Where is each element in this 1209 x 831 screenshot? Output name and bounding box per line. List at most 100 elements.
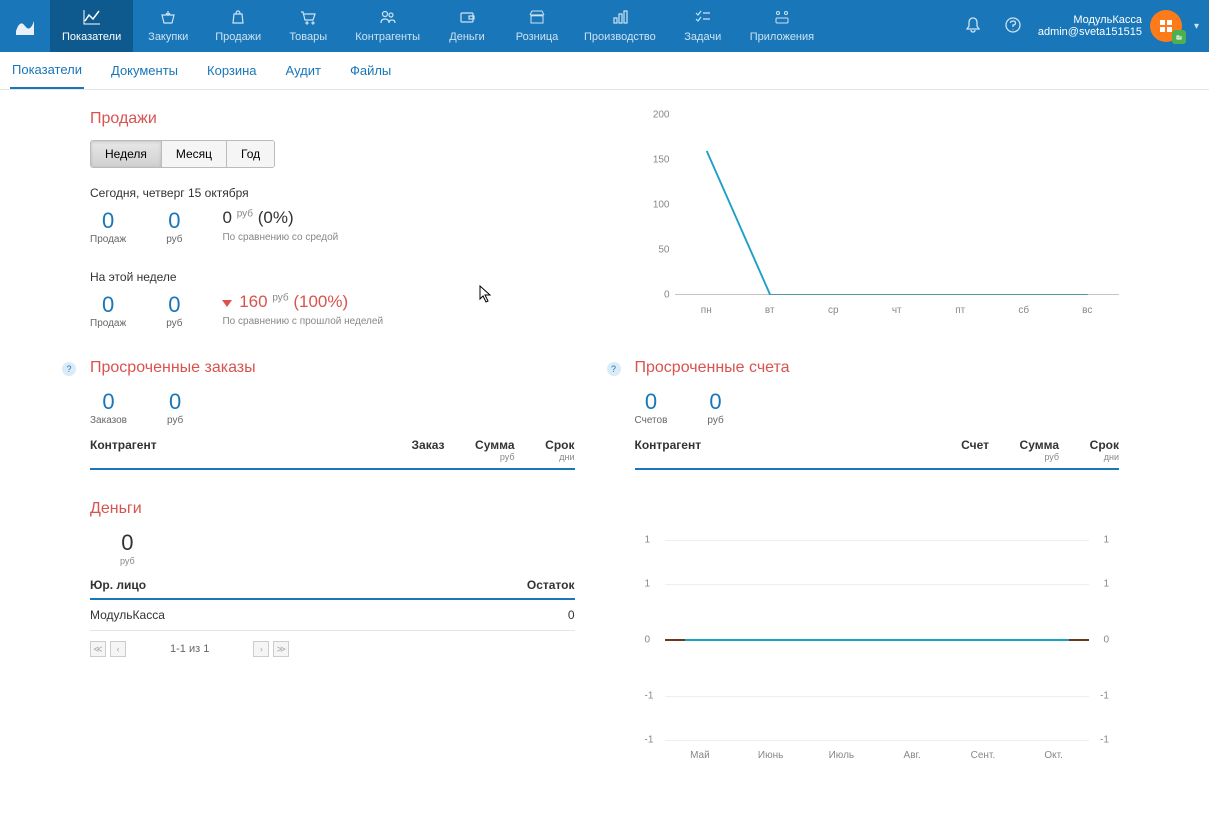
checklist-icon (694, 9, 712, 28)
today-compare-pct: (0%) (258, 208, 294, 227)
page-info: 1-1 из 1 (170, 643, 209, 655)
store-icon (528, 9, 546, 28)
nav-items: Показатели Закупки Продажи Товары Контра… (50, 0, 958, 52)
page-next-button[interactable]: › (253, 641, 269, 657)
help-icon[interactable]: ? (607, 362, 621, 376)
nav-label: Закупки (148, 31, 188, 43)
logo-icon[interactable] (10, 11, 40, 41)
th-balance: Остаток (505, 578, 575, 592)
overdue-invoices-rub: 0 (707, 389, 723, 415)
triangle-down-icon (222, 300, 232, 307)
chart-line-icon (83, 9, 101, 28)
subnav-trash[interactable]: Корзина (205, 53, 259, 88)
period-buttons: Неделя Месяц Год (90, 140, 275, 168)
overdue-orders-rub: 0 (167, 389, 183, 415)
week-stats: 0 Продаж 0 руб 160 руб (100%) (90, 292, 575, 329)
avatar-badge-icon (1172, 30, 1186, 44)
wallet-icon (458, 9, 476, 28)
nav-label: Контрагенты (355, 31, 420, 43)
today-sales-count: 0 (90, 208, 126, 234)
week-rub-caption: руб (166, 318, 182, 329)
sub-navigation: Показатели Документы Корзина Аудит Файлы (0, 52, 1209, 90)
bars-icon (611, 9, 629, 28)
nav-apps[interactable]: Приложения (738, 0, 826, 52)
week-label: На этой неделе (90, 270, 575, 284)
th-entity: Юр. лицо (90, 578, 505, 592)
overdue-orders-section: ? Просроченные заказы 0 Заказов 0 руб Ко… (90, 359, 575, 470)
nav-label: Производство (584, 31, 656, 43)
nav-retail[interactable]: Розница (502, 0, 572, 52)
chevron-down-icon: ▾ (1194, 21, 1199, 32)
top-navigation: Показатели Закупки Продажи Товары Контра… (0, 0, 1209, 52)
period-week-button[interactable]: Неделя (91, 141, 162, 167)
pagination: ≪ ‹ 1-1 из 1 › ≫ (90, 641, 575, 657)
bag-icon (229, 9, 247, 28)
th-term: Срок дни (515, 438, 575, 462)
page-prev-button[interactable]: ‹ (110, 641, 126, 657)
period-month-button[interactable]: Месяц (162, 141, 227, 167)
user-menu[interactable]: МодульКасса admin@sveta151515 ▾ (1038, 10, 1199, 42)
today-compare-unit: руб (237, 208, 253, 219)
overdue-orders-rub-caption: руб (167, 415, 183, 426)
table-row[interactable]: МодульКасса 0 (90, 600, 575, 631)
today-label: Сегодня, четверг 15 октября (90, 186, 575, 200)
nav-label: Приложения (750, 31, 814, 43)
today-rub-caption: руб (166, 234, 182, 245)
overdue-invoices-rub-caption: руб (707, 415, 723, 426)
sales-section: Продажи Неделя Месяц Год Сегодня, четвер… (90, 110, 575, 329)
help-icon[interactable] (998, 10, 1028, 43)
avatar (1150, 10, 1182, 42)
nav-indicators[interactable]: Показатели (50, 0, 133, 52)
money-value: 0 (120, 530, 135, 556)
nav-label: Продажи (215, 31, 261, 43)
subnav-audit[interactable]: Аудит (284, 53, 323, 88)
help-icon[interactable]: ? (62, 362, 76, 376)
nav-goods[interactable]: Товары (273, 0, 343, 52)
today-compare: 0 руб (0%) (222, 208, 338, 228)
th-order: Заказ (312, 438, 445, 462)
bell-icon[interactable] (958, 10, 988, 43)
nav-production[interactable]: Производство (572, 0, 668, 52)
today-stats: 0 Продаж 0 руб 0 руб (0%) По сравнению с (90, 208, 575, 245)
today-compare-sub: По сравнению со средой (222, 232, 338, 243)
money-table-header: Юр. лицо Остаток (90, 578, 575, 600)
overdue-invoices-title: Просроченные счета (635, 359, 1120, 377)
week-compare-sub: По сравнению с прошлой неделей (222, 316, 383, 327)
nav-money[interactable]: Деньги (432, 0, 502, 52)
th-term: Срок дни (1059, 438, 1119, 462)
overdue-orders-title: Просроченные заказы (90, 359, 575, 377)
user-login: admin@sveta151515 (1038, 26, 1142, 38)
subnav-files[interactable]: Файлы (348, 53, 393, 88)
money-caption: руб (120, 556, 135, 566)
th-sum: Сумма руб (445, 438, 515, 462)
cell-entity: МодульКасса (90, 608, 505, 622)
subnav-indicators[interactable]: Показатели (10, 52, 84, 89)
week-rub-value: 0 (166, 292, 182, 318)
week-sales-caption: Продаж (90, 318, 126, 329)
nav-label: Розница (516, 31, 559, 43)
overdue-orders-count: 0 (90, 389, 127, 415)
today-sales-caption: Продаж (90, 234, 126, 245)
nav-tasks[interactable]: Задачи (668, 0, 738, 52)
overdue-invoices-count: 0 (635, 389, 668, 415)
period-year-button[interactable]: Год (227, 141, 274, 167)
today-compare-value: 0 (222, 208, 231, 227)
content: Продажи Неделя Месяц Год Сегодня, четвер… (0, 90, 1209, 820)
nav-contractors[interactable]: Контрагенты (343, 0, 432, 52)
page-first-button[interactable]: ≪ (90, 641, 106, 657)
subnav-documents[interactable]: Документы (109, 53, 180, 88)
people-icon (379, 9, 397, 28)
invoices-table-header: Контрагент Счет Сумма руб Срок дни (635, 438, 1120, 470)
apps-icon (773, 9, 791, 28)
nav-label: Деньги (449, 31, 485, 43)
overdue-orders-caption: Заказов (90, 415, 127, 426)
nav-label: Задачи (684, 31, 721, 43)
week-compare-pct: (100%) (293, 292, 348, 311)
user-title: МодульКасса (1073, 14, 1142, 26)
nav-label: Товары (289, 31, 327, 43)
nav-purchases[interactable]: Закупки (133, 0, 203, 52)
nav-sales[interactable]: Продажи (203, 0, 273, 52)
cart-icon (299, 9, 317, 28)
page-last-button[interactable]: ≫ (273, 641, 289, 657)
basket-in-icon (159, 9, 177, 28)
